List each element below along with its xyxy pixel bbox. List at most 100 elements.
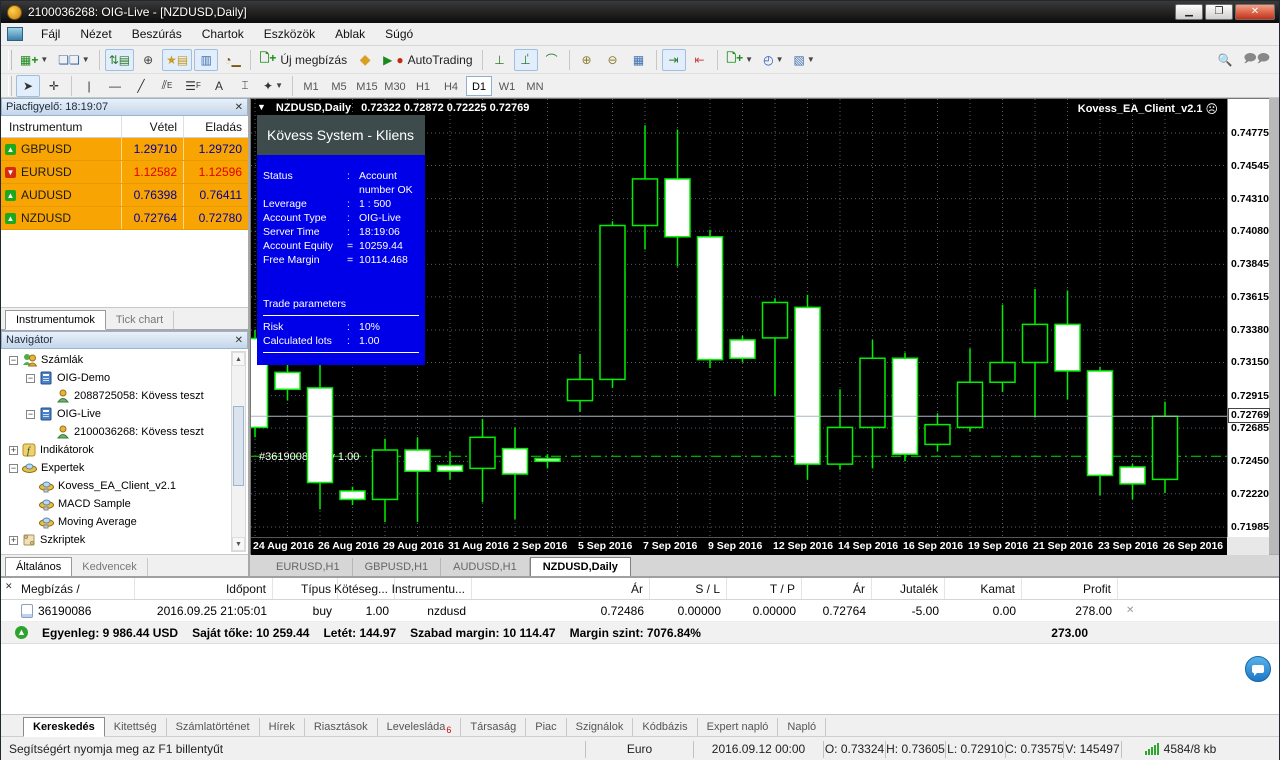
menu-item-eszközök[interactable]: Eszközök — [254, 24, 325, 44]
menu-item-chartok[interactable]: Chartok — [192, 24, 254, 44]
chart-tab-eurusd-h1[interactable]: EURUSD,H1 — [264, 558, 353, 576]
new-order-button[interactable]: 🗋+Új megbízás — [256, 49, 351, 71]
collapse-icon[interactable]: − — [9, 464, 18, 473]
bar-chart-button[interactable]: ⊥ — [488, 49, 512, 71]
terminal-tab-sz-mlat-rt-net[interactable]: Számlatörténet — [167, 718, 260, 736]
orders-column-1[interactable]: Időpont — [135, 578, 273, 599]
tree-item-szkriptek[interactable]: +Szkriptek — [3, 531, 248, 549]
chart-collapse-icon[interactable]: ▼ — [257, 102, 266, 114]
fibonacci-tool[interactable]: ☰F — [181, 75, 205, 97]
crosshair-tool[interactable]: ✛ — [42, 75, 66, 97]
tab-instrumentumok[interactable]: Instrumentumok — [5, 310, 106, 330]
new-chart-button[interactable]: ▦+▼ — [16, 49, 52, 71]
tab--ltal-nos[interactable]: Általános — [5, 557, 72, 576]
timeframe-H4[interactable]: H4 — [438, 76, 464, 96]
timeframe-M5[interactable]: M5 — [326, 76, 352, 96]
timeframe-MN[interactable]: MN — [522, 76, 548, 96]
timeframe-M1[interactable]: M1 — [298, 76, 324, 96]
status-default-profile[interactable]: Euro — [585, 741, 693, 758]
terminal-tab-keresked-s[interactable]: Kereskedés — [23, 717, 105, 737]
line-chart-button[interactable]: ⌒ — [540, 49, 564, 71]
terminal-tab-levelesl-da[interactable]: Levelesláda6 — [378, 718, 462, 736]
cursor-tool[interactable]: ➤ — [16, 75, 40, 97]
tab-tick-chart[interactable]: Tick chart — [106, 311, 174, 329]
chart-menu-icon[interactable] — [7, 27, 23, 41]
terminal-toggle[interactable]: ▥ — [194, 49, 218, 71]
chat-icon[interactable]: 🗩🗩 — [1239, 49, 1274, 71]
ea-smiley-icon[interactable]: ☹ — [1205, 102, 1218, 116]
orders-column-10[interactable]: Kamat — [945, 578, 1022, 599]
minimize-button[interactable]: ▁ — [1175, 4, 1203, 20]
market-watch-row-gbpusd[interactable]: ▲GBPUSD1.297101.29720 — [1, 138, 248, 161]
timeframe-W1[interactable]: W1 — [494, 76, 520, 96]
expand-icon[interactable]: + — [9, 446, 18, 455]
metaeditor-button[interactable]: ◆ — [353, 49, 377, 71]
text-tool[interactable]: A — [207, 75, 231, 97]
tile-windows-button[interactable]: ▦ — [627, 49, 651, 71]
market-watch-row-audusd[interactable]: ▲AUDUSD0.763980.76411 — [1, 184, 248, 207]
date-axis[interactable]: 24 Aug 201626 Aug 201629 Aug 201631 Aug … — [251, 537, 1227, 555]
chart-tab-audusd-h1[interactable]: AUDUSD,H1 — [441, 558, 530, 576]
terminal-tab-piac[interactable]: Piac — [526, 718, 566, 736]
collapse-icon[interactable]: − — [9, 356, 18, 365]
chart-shift-button[interactable]: ⇤ — [688, 49, 712, 71]
terminal-tab-riaszt-sok[interactable]: Riasztások — [305, 718, 378, 736]
chart-tab-nzdusd-daily[interactable]: NZDUSD,Daily — [530, 557, 631, 576]
trendline-tool[interactable]: ╱ — [129, 75, 153, 97]
search-icon[interactable]: 🔍 — [1213, 49, 1237, 71]
horizontal-line-tool[interactable]: — — [103, 75, 127, 97]
navigator-close-icon[interactable]: ✕ — [235, 335, 243, 346]
tree-item-2100036268-k-vess-teszt[interactable]: 2100036268: Kövess teszt — [3, 423, 248, 441]
terminal-close-icon[interactable]: ✕ — [5, 581, 13, 592]
collapse-icon[interactable]: − — [26, 374, 35, 383]
chart-tab-gbpusd-h1[interactable]: GBPUSD,H1 — [353, 558, 442, 576]
column-bid[interactable]: Vétel — [122, 116, 184, 137]
menu-item-beszúrás[interactable]: Beszúrás — [122, 24, 192, 44]
tree-item-indik-torok[interactable]: +fIndikátorok — [3, 441, 248, 459]
community-chat-icon[interactable] — [1245, 656, 1271, 682]
scroll-down-icon[interactable]: ▼ — [232, 537, 245, 551]
market-watch-row-eurusd[interactable]: ▼EURUSD1.125821.12596 — [1, 161, 248, 184]
scroll-up-icon[interactable]: ▲ — [232, 352, 245, 366]
tree-item-oig-live[interactable]: −OIG-Live — [3, 405, 248, 423]
timeframe-D1[interactable]: D1 — [466, 76, 492, 96]
orders-column-7[interactable]: T / P — [727, 578, 802, 599]
shapes-tool[interactable]: ✦▼ — [259, 75, 287, 97]
timeframe-H1[interactable]: H1 — [410, 76, 436, 96]
close-position-icon[interactable]: ✕ — [1118, 605, 1134, 616]
tree-item-expertek[interactable]: −Expertek — [3, 459, 248, 477]
vertical-line-tool[interactable]: | — [77, 75, 101, 97]
column-ask[interactable]: Eladás — [184, 116, 248, 137]
tree-item-sz-ml-k[interactable]: −Számlák — [3, 351, 248, 369]
market-watch-close-icon[interactable]: ✕ — [235, 102, 243, 113]
orders-column-6[interactable]: S / L — [650, 578, 727, 599]
chart-window[interactable]: #36190086 buy 1.00 0.747750.745450.74310… — [250, 98, 1269, 554]
tab-kedvencek[interactable]: Kedvencek — [72, 558, 147, 576]
menu-item-fájl[interactable]: Fájl — [31, 24, 70, 44]
column-symbol[interactable]: Instrumentum — [1, 116, 122, 137]
orders-column-4[interactable]: Instrumentu... — [395, 578, 472, 599]
templates-button[interactable]: ▧▼ — [789, 49, 818, 71]
price-axis[interactable]: 0.747750.745450.743100.740800.738450.736… — [1227, 99, 1269, 537]
auto-scroll-button[interactable]: ⇥ — [662, 49, 686, 71]
restore-button[interactable]: ❐ — [1205, 4, 1233, 20]
terminal-tab-k-db-zis[interactable]: Kódbázis — [633, 718, 697, 736]
channel-tool[interactable]: ⫽E — [155, 75, 179, 97]
periods-button[interactable]: ◴▼ — [759, 49, 787, 71]
order-row[interactable]: 361900862016.09.25 21:05:01buy1.00nzdusd… — [1, 600, 1279, 622]
close-button[interactable]: ✕ — [1235, 4, 1275, 20]
indicators-button[interactable]: 🗋+▼ — [723, 49, 758, 71]
menu-item-súgó[interactable]: Súgó — [375, 24, 423, 44]
menu-item-ablak[interactable]: Ablak — [325, 24, 375, 44]
orders-column-5[interactable]: Ár — [472, 578, 650, 599]
orders-column-9[interactable]: Jutalék — [872, 578, 945, 599]
expand-icon[interactable]: + — [9, 536, 18, 545]
profiles-button[interactable]: ❏❏▼ — [54, 49, 93, 71]
collapse-icon[interactable]: − — [26, 410, 35, 419]
zoom-in-button[interactable]: ⊕ — [575, 49, 599, 71]
tree-item-kovess-ea-client-v2-1[interactable]: Kovess_EA_Client_v2.1 — [3, 477, 248, 495]
menu-item-nézet[interactable]: Nézet — [70, 24, 121, 44]
navigator-toggle[interactable]: ★▤ — [162, 49, 192, 71]
terminal-tab-szign-lok[interactable]: Szignálok — [567, 718, 634, 736]
terminal-tab-t-rsas-g[interactable]: Társaság — [461, 718, 526, 736]
